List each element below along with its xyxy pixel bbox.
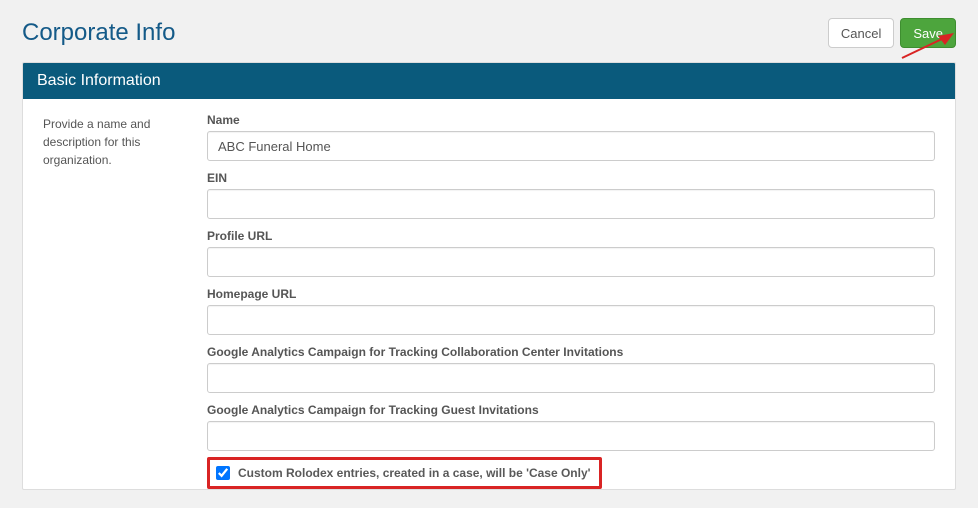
name-label: Name — [207, 113, 935, 127]
profile-url-input[interactable] — [207, 247, 935, 277]
form-column: Name EIN Profile URL Homepage URL Google — [207, 113, 935, 489]
ein-input[interactable] — [207, 189, 935, 219]
rolodex-checkbox[interactable] — [216, 466, 230, 480]
save-button[interactable]: Save — [900, 18, 956, 48]
ga-collab-label: Google Analytics Campaign for Tracking C… — [207, 345, 935, 359]
panel-heading: Basic Information — [23, 63, 955, 99]
cancel-button[interactable]: Cancel — [828, 18, 894, 48]
ga-collab-input[interactable] — [207, 363, 935, 393]
panel-description: Provide a name and description for this … — [43, 113, 183, 489]
ga-guest-input[interactable] — [207, 421, 935, 451]
name-input[interactable] — [207, 131, 935, 161]
header-buttons: Cancel Save — [828, 18, 956, 48]
rolodex-checkbox-row: Custom Rolodex entries, created in a cas… — [207, 457, 602, 489]
profile-url-label: Profile URL — [207, 229, 935, 243]
ga-guest-label: Google Analytics Campaign for Tracking G… — [207, 403, 935, 417]
homepage-url-label: Homepage URL — [207, 287, 935, 301]
ein-label: EIN — [207, 171, 935, 185]
basic-info-panel: Basic Information Provide a name and des… — [22, 62, 956, 490]
homepage-url-input[interactable] — [207, 305, 935, 335]
rolodex-checkbox-label: Custom Rolodex entries, created in a cas… — [238, 466, 591, 480]
page-title: Corporate Info — [22, 19, 175, 47]
